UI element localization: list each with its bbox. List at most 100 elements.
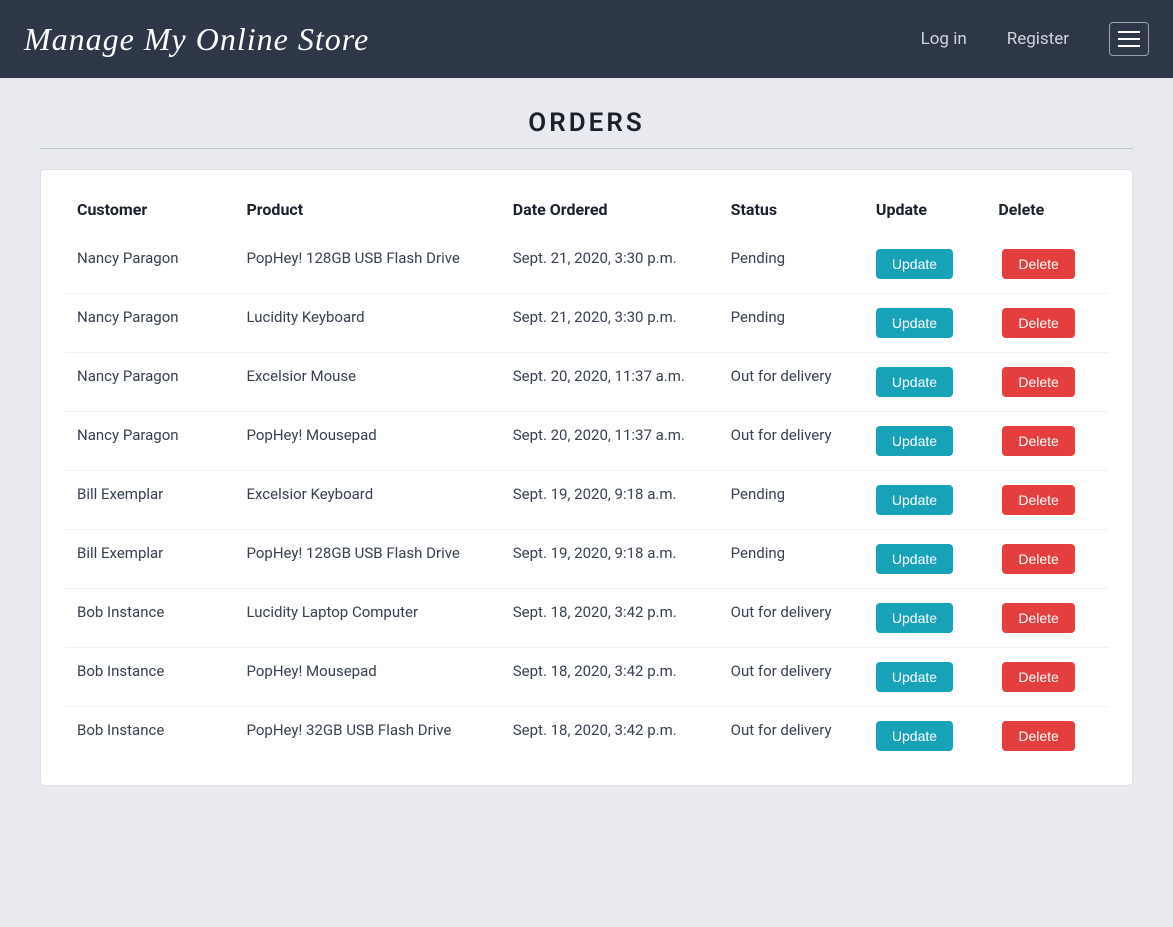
cell-customer: Nancy Paragon bbox=[65, 412, 234, 471]
cell-status: Out for delivery bbox=[719, 707, 864, 766]
cell-status: Out for delivery bbox=[719, 648, 864, 707]
cell-delete: Delete bbox=[986, 235, 1108, 294]
delete-button[interactable]: Delete bbox=[1002, 721, 1074, 751]
cell-update: Update bbox=[864, 294, 986, 353]
hamburger-line-2 bbox=[1118, 38, 1140, 40]
cell-status: Pending bbox=[719, 471, 864, 530]
update-button[interactable]: Update bbox=[876, 249, 953, 279]
cell-product: Lucidity Keyboard bbox=[234, 294, 500, 353]
cell-customer: Bob Instance bbox=[65, 648, 234, 707]
cell-date: Sept. 19, 2020, 9:18 a.m. bbox=[501, 471, 719, 530]
cell-customer: Bill Exemplar bbox=[65, 471, 234, 530]
cell-product: PopHey! 128GB USB Flash Drive bbox=[234, 530, 500, 589]
table-row: Bill ExemplarPopHey! 128GB USB Flash Dri… bbox=[65, 530, 1108, 589]
table-row: Nancy ParagonPopHey! MousepadSept. 20, 2… bbox=[65, 412, 1108, 471]
delete-button[interactable]: Delete bbox=[1002, 249, 1074, 279]
brand-logo: Manage My Online Store bbox=[24, 21, 369, 58]
update-button[interactable]: Update bbox=[876, 308, 953, 338]
hamburger-line-3 bbox=[1118, 45, 1140, 47]
hamburger-menu-button[interactable] bbox=[1109, 22, 1149, 56]
update-button[interactable]: Update bbox=[876, 367, 953, 397]
header-product: Product bbox=[234, 190, 500, 235]
cell-customer: Nancy Paragon bbox=[65, 294, 234, 353]
table-row: Bob InstancePopHey! MousepadSept. 18, 20… bbox=[65, 648, 1108, 707]
cell-product: PopHey! 32GB USB Flash Drive bbox=[234, 707, 500, 766]
main-content: ORDERS Customer Product Date Ordered Sta… bbox=[0, 78, 1173, 816]
cell-status: Pending bbox=[719, 235, 864, 294]
cell-delete: Delete bbox=[986, 707, 1108, 766]
delete-button[interactable]: Delete bbox=[1002, 367, 1074, 397]
register-link[interactable]: Register bbox=[1007, 29, 1069, 49]
cell-update: Update bbox=[864, 530, 986, 589]
cell-product: PopHey! 128GB USB Flash Drive bbox=[234, 235, 500, 294]
delete-button[interactable]: Delete bbox=[1002, 426, 1074, 456]
title-divider bbox=[40, 148, 1133, 149]
cell-status: Pending bbox=[719, 530, 864, 589]
update-button[interactable]: Update bbox=[876, 721, 953, 751]
cell-date: Sept. 19, 2020, 9:18 a.m. bbox=[501, 530, 719, 589]
header-update: Update bbox=[864, 190, 986, 235]
delete-button[interactable]: Delete bbox=[1002, 544, 1074, 574]
cell-date: Sept. 21, 2020, 3:30 p.m. bbox=[501, 294, 719, 353]
header-date-ordered: Date Ordered bbox=[501, 190, 719, 235]
cell-customer: Bob Instance bbox=[65, 589, 234, 648]
table-row: Nancy ParagonLucidity KeyboardSept. 21, … bbox=[65, 294, 1108, 353]
cell-product: Excelsior Keyboard bbox=[234, 471, 500, 530]
cell-delete: Delete bbox=[986, 353, 1108, 412]
page-title: ORDERS bbox=[40, 108, 1133, 138]
cell-update: Update bbox=[864, 707, 986, 766]
cell-status: Out for delivery bbox=[719, 589, 864, 648]
cell-delete: Delete bbox=[986, 471, 1108, 530]
login-link[interactable]: Log in bbox=[921, 29, 967, 49]
update-button[interactable]: Update bbox=[876, 426, 953, 456]
delete-button[interactable]: Delete bbox=[1002, 662, 1074, 692]
cell-delete: Delete bbox=[986, 589, 1108, 648]
update-button[interactable]: Update bbox=[876, 544, 953, 574]
cell-customer: Bob Instance bbox=[65, 707, 234, 766]
header-status: Status bbox=[719, 190, 864, 235]
cell-customer: Bill Exemplar bbox=[65, 530, 234, 589]
cell-update: Update bbox=[864, 648, 986, 707]
cell-delete: Delete bbox=[986, 294, 1108, 353]
orders-table-card: Customer Product Date Ordered Status Upd… bbox=[40, 169, 1133, 786]
table-body: Nancy ParagonPopHey! 128GB USB Flash Dri… bbox=[65, 235, 1108, 765]
hamburger-line-1 bbox=[1118, 31, 1140, 33]
header-delete: Delete bbox=[986, 190, 1108, 235]
cell-update: Update bbox=[864, 589, 986, 648]
cell-status: Pending bbox=[719, 294, 864, 353]
cell-update: Update bbox=[864, 353, 986, 412]
cell-date: Sept. 20, 2020, 11:37 a.m. bbox=[501, 353, 719, 412]
cell-update: Update bbox=[864, 412, 986, 471]
orders-table: Customer Product Date Ordered Status Upd… bbox=[65, 190, 1108, 765]
update-button[interactable]: Update bbox=[876, 662, 953, 692]
cell-status: Out for delivery bbox=[719, 353, 864, 412]
cell-update: Update bbox=[864, 235, 986, 294]
table-row: Nancy ParagonExcelsior MouseSept. 20, 20… bbox=[65, 353, 1108, 412]
header-customer: Customer bbox=[65, 190, 234, 235]
table-header-row: Customer Product Date Ordered Status Upd… bbox=[65, 190, 1108, 235]
delete-button[interactable]: Delete bbox=[1002, 485, 1074, 515]
cell-date: Sept. 18, 2020, 3:42 p.m. bbox=[501, 589, 719, 648]
table-row: Bob InstanceLucidity Laptop ComputerSept… bbox=[65, 589, 1108, 648]
cell-date: Sept. 18, 2020, 3:42 p.m. bbox=[501, 648, 719, 707]
cell-status: Out for delivery bbox=[719, 412, 864, 471]
cell-delete: Delete bbox=[986, 648, 1108, 707]
cell-product: PopHey! Mousepad bbox=[234, 648, 500, 707]
cell-date: Sept. 18, 2020, 3:42 p.m. bbox=[501, 707, 719, 766]
navbar: Manage My Online Store Log in Register bbox=[0, 0, 1173, 78]
delete-button[interactable]: Delete bbox=[1002, 603, 1074, 633]
delete-button[interactable]: Delete bbox=[1002, 308, 1074, 338]
cell-date: Sept. 21, 2020, 3:30 p.m. bbox=[501, 235, 719, 294]
cell-customer: Nancy Paragon bbox=[65, 353, 234, 412]
cell-update: Update bbox=[864, 471, 986, 530]
table-row: Bob InstancePopHey! 32GB USB Flash Drive… bbox=[65, 707, 1108, 766]
cell-product: Lucidity Laptop Computer bbox=[234, 589, 500, 648]
cell-product: PopHey! Mousepad bbox=[234, 412, 500, 471]
table-row: Nancy ParagonPopHey! 128GB USB Flash Dri… bbox=[65, 235, 1108, 294]
update-button[interactable]: Update bbox=[876, 603, 953, 633]
update-button[interactable]: Update bbox=[876, 485, 953, 515]
cell-customer: Nancy Paragon bbox=[65, 235, 234, 294]
navbar-right: Log in Register bbox=[921, 22, 1149, 56]
table-row: Bill ExemplarExcelsior KeyboardSept. 19,… bbox=[65, 471, 1108, 530]
cell-date: Sept. 20, 2020, 11:37 a.m. bbox=[501, 412, 719, 471]
